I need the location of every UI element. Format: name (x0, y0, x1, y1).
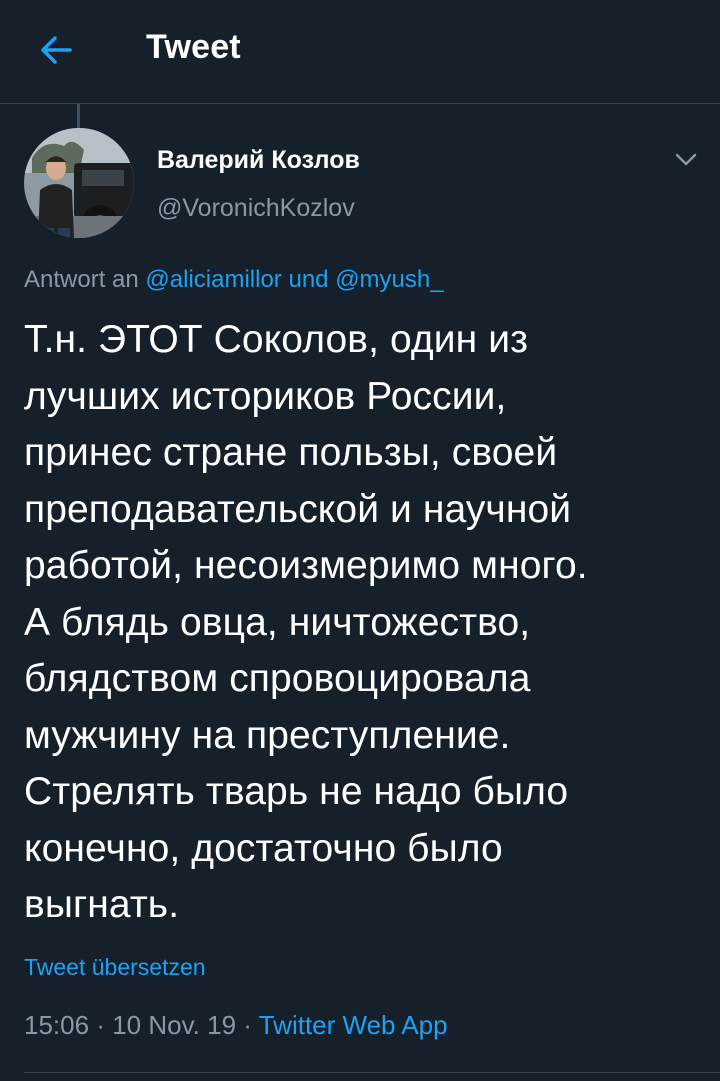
tweet-body: Т.н. ЭТОТ Соколов, один из лучших истори… (24, 318, 588, 926)
avatar-photo (24, 128, 134, 238)
reply-joiner: und (288, 266, 329, 293)
reply-mention-link[interactable]: @myush_ (335, 266, 443, 293)
back-button[interactable] (36, 30, 76, 70)
tweet-source-link[interactable]: Twitter Web App (259, 1010, 448, 1040)
tweet-meta: 15:06 · 10 Nov. 19 · Twitter Web App (24, 1010, 448, 1041)
tweet-date: 10 Nov. 19 (112, 1010, 237, 1040)
author-name[interactable]: Валерий Козлов (157, 146, 360, 175)
arrow-left-icon (41, 36, 72, 64)
reply-mention-link[interactable]: @aliciamillor (145, 266, 281, 293)
translate-tweet-link[interactable]: Tweet übersetzen (24, 954, 206, 981)
author-handle[interactable]: @VoronichKozlov (157, 194, 355, 223)
avatar[interactable] (24, 128, 134, 238)
page-title: Tweet (146, 28, 241, 66)
tweet-time: 15:06 (24, 1010, 90, 1040)
top-bar: Tweet (0, 0, 720, 104)
reply-context: Antwort an @aliciamillor und @myush_ (24, 266, 444, 294)
tweet-options-button[interactable] (672, 150, 700, 170)
chevron-down-icon (675, 153, 697, 166)
thread-connector-line (77, 104, 80, 128)
meta-separator: · (96, 1010, 105, 1040)
reply-prefix: Antwort an (24, 266, 139, 293)
meta-separator: · (243, 1010, 252, 1040)
divider (24, 1072, 720, 1073)
